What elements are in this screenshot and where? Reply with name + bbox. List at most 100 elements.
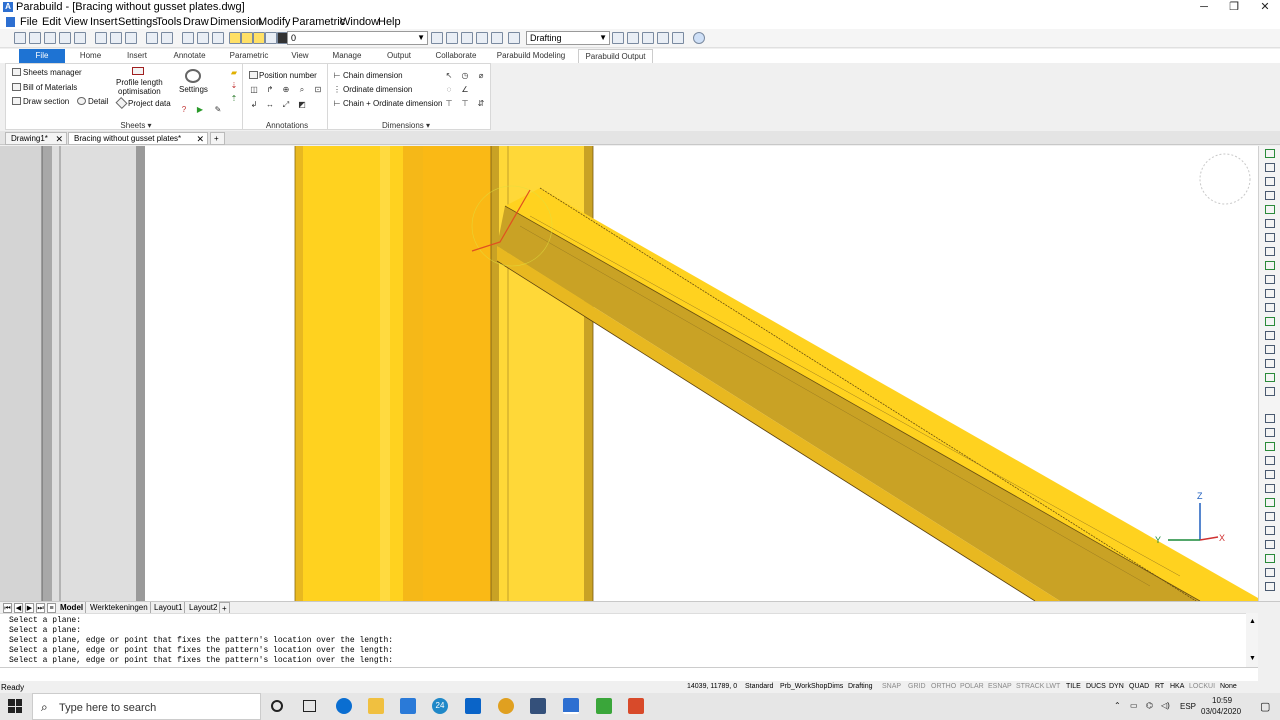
store-icon[interactable]: [400, 698, 416, 714]
status-toggle-grid[interactable]: GRID: [908, 683, 926, 690]
menu-settings[interactable]: Settings: [118, 16, 158, 28]
app-badge-icon[interactable]: 24: [432, 698, 448, 714]
cut-icon[interactable]: [182, 32, 194, 44]
bracing-member[interactable]: [505, 188, 1258, 601]
status-toggle-standard[interactable]: Standard: [745, 683, 773, 690]
tab-manage[interactable]: Manage: [325, 49, 369, 63]
arc-dim-icon[interactable]: ◌: [444, 85, 454, 94]
model-view[interactable]: Z Y X: [0, 146, 1258, 601]
status-toggle-quad[interactable]: QUAD: [1129, 683, 1149, 690]
tab-file[interactable]: File: [19, 49, 65, 63]
right-tool-16-icon[interactable]: [1265, 359, 1275, 368]
linear-dim-icon[interactable]: ⊤: [444, 99, 454, 108]
column-flange-left[interactable]: [295, 146, 303, 601]
radius-dim-icon[interactable]: ◷: [460, 71, 470, 80]
close-window-button[interactable]: ✕: [1250, 0, 1280, 15]
arrow-down-icon[interactable]: ⇣: [229, 81, 239, 90]
right-tool-18-icon[interactable]: [1265, 387, 1275, 396]
print-layer-icon[interactable]: [265, 32, 277, 44]
chain-ordinate-button[interactable]: Chain + Ordinate dimension: [343, 99, 442, 108]
right-tool-22-icon[interactable]: [1265, 456, 1275, 465]
right-tool-27-icon[interactable]: [1265, 526, 1275, 535]
status-toggle-none[interactable]: None: [1220, 683, 1237, 690]
right-tool-21-icon[interactable]: [1265, 442, 1275, 451]
right-tool-1-icon[interactable]: [1265, 149, 1275, 158]
pen-icon[interactable]: ✎: [213, 105, 223, 114]
status-toggle-snap[interactable]: SNAP: [882, 683, 901, 690]
status-toggle-ducs[interactable]: DUCS: [1086, 683, 1106, 690]
tray-chevron-icon[interactable]: ⌃: [1114, 701, 1121, 710]
layer-tool-3-icon[interactable]: [461, 32, 473, 44]
annotation-tool-1-icon[interactable]: ◫: [249, 85, 259, 94]
tab-parabuild-modeling[interactable]: Parabuild Modeling: [493, 49, 569, 63]
command-input[interactable]: [0, 667, 1258, 681]
copy-icon[interactable]: [197, 32, 209, 44]
preview-icon[interactable]: [95, 32, 107, 44]
side-steel-profile[interactable]: [0, 146, 42, 601]
tab-collaborate[interactable]: Collaborate: [428, 49, 484, 63]
aligned-dim-icon[interactable]: ↖: [444, 71, 454, 80]
baseline-dim-icon[interactable]: ⊤: [460, 99, 470, 108]
plot-icon[interactable]: [110, 32, 122, 44]
drawing-area[interactable]: Z Y X: [0, 146, 1258, 601]
scroll-down-icon[interactable]: ▼: [1249, 655, 1256, 662]
tray-network-icon[interactable]: ⌬: [1146, 701, 1153, 710]
sun-icon[interactable]: [241, 32, 253, 44]
draw-order-icon[interactable]: [642, 32, 654, 44]
right-tool-5-icon[interactable]: [1265, 205, 1275, 214]
draw-section-button[interactable]: Draw section: [23, 97, 69, 106]
status-toggle-drafting[interactable]: Drafting: [848, 683, 873, 690]
help-icon[interactable]: [693, 32, 705, 44]
column-flange-right[interactable]: [491, 146, 499, 601]
add-tab-button[interactable]: +: [210, 132, 225, 145]
right-tool-11-icon[interactable]: [1265, 289, 1275, 298]
menu-parametric[interactable]: Parametric: [292, 16, 345, 28]
detail-button[interactable]: Detail: [88, 97, 108, 106]
position-number-button[interactable]: Position number: [259, 71, 317, 80]
menu-file[interactable]: File: [20, 16, 38, 28]
right-tool-19-icon[interactable]: [1265, 414, 1275, 423]
layer-tool-6-icon[interactable]: [508, 32, 520, 44]
right-tool-9-icon[interactable]: [1265, 261, 1275, 270]
right-tool-24-icon[interactable]: [1265, 484, 1275, 493]
green-app-icon[interactable]: [596, 698, 612, 714]
right-tool-14-icon[interactable]: [1265, 331, 1275, 340]
menu-view[interactable]: View: [64, 16, 88, 28]
right-tool-28-icon[interactable]: [1265, 540, 1275, 549]
undo-icon[interactable]: [146, 32, 158, 44]
layer-select[interactable]: 0 ▼: [287, 31, 428, 45]
tray-date[interactable]: 03/04/2020: [1201, 707, 1241, 716]
right-tool-30-icon[interactable]: [1265, 568, 1275, 577]
red-app-icon[interactable]: [628, 698, 644, 714]
layer-tool-4-icon[interactable]: [476, 32, 488, 44]
tab-output[interactable]: Output: [378, 49, 420, 63]
tab-view[interactable]: View: [281, 49, 319, 63]
folder-icon[interactable]: ▰: [229, 68, 239, 77]
right-tool-7-icon[interactable]: [1265, 233, 1275, 242]
table-icon[interactable]: [672, 32, 684, 44]
right-tool-20-icon[interactable]: [1265, 428, 1275, 437]
doc-tab-drawing1[interactable]: Drawing1* ✕: [5, 132, 67, 145]
layer-tool-2-icon[interactable]: [446, 32, 458, 44]
command-scrollbar[interactable]: ▲ ▼: [1246, 613, 1258, 667]
tray-language[interactable]: ESP: [1180, 702, 1196, 711]
arrow-up-icon[interactable]: ⇡: [229, 94, 239, 103]
annotation-tool-4-icon[interactable]: ⌕: [297, 85, 307, 94]
bill-of-materials-button[interactable]: Bill of Materials: [23, 83, 77, 92]
taskbar-search[interactable]: ⌕ Type here to search: [32, 693, 261, 720]
status-toggle-tile[interactable]: TILE: [1066, 683, 1081, 690]
last-layout-button[interactable]: ⏭: [36, 603, 45, 613]
right-tool-2-icon[interactable]: [1265, 163, 1275, 172]
menu-edit[interactable]: Edit: [42, 16, 61, 28]
annotation-tool-9-icon[interactable]: ◩: [297, 100, 307, 109]
publish-icon[interactable]: [125, 32, 137, 44]
status-toggle-dyn[interactable]: DYN: [1109, 683, 1124, 690]
prev-layout-button[interactable]: ◀: [14, 603, 23, 613]
print-icon[interactable]: [74, 32, 86, 44]
sheets-manager-button[interactable]: Sheets manager: [23, 68, 82, 77]
view-cube-icon[interactable]: [1199, 153, 1251, 205]
task-view-icon[interactable]: [303, 700, 316, 712]
right-tool-12-icon[interactable]: [1265, 303, 1275, 312]
open-file-icon[interactable]: [29, 32, 41, 44]
right-tool-25-icon[interactable]: [1265, 498, 1275, 507]
